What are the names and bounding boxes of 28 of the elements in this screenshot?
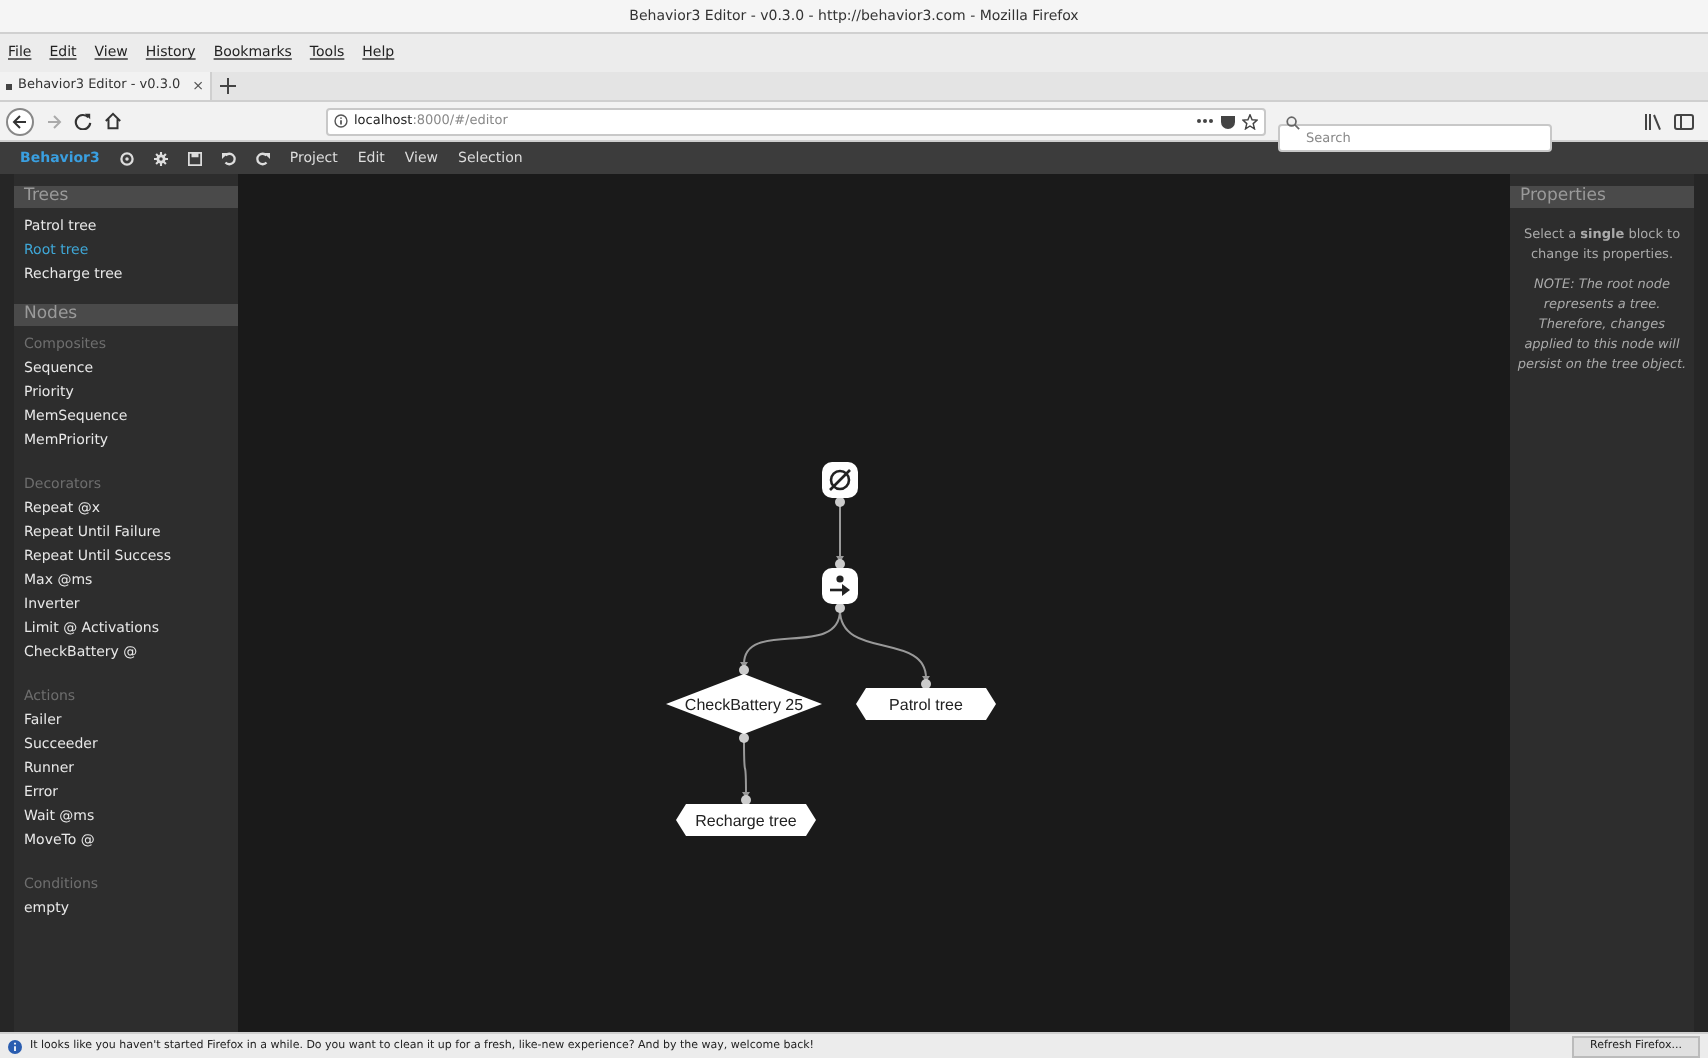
- back-button[interactable]: [6, 107, 34, 135]
- connector-arrow: [836, 503, 844, 562]
- back-arrow-icon: [12, 113, 28, 129]
- sidebar-icon[interactable]: [1674, 113, 1694, 129]
- connector-arrow: [742, 739, 750, 798]
- redo-icon[interactable]: [255, 151, 270, 165]
- home-icon[interactable]: [104, 112, 122, 130]
- connector-arrow: [740, 609, 841, 668]
- undo-icon[interactable]: [221, 151, 236, 165]
- section-header: Properties: [1510, 186, 1694, 208]
- save-icon[interactable]: [187, 151, 202, 165]
- connector-arrow: [839, 609, 930, 682]
- root-node[interactable]: [822, 462, 858, 507]
- star-icon[interactable]: [1242, 113, 1258, 129]
- settings-icon[interactable]: [119, 151, 134, 165]
- section-header: Nodes: [14, 304, 238, 326]
- search-icon: [1286, 115, 1300, 129]
- sequence-node[interactable]: [822, 559, 858, 613]
- library-icon[interactable]: [1644, 113, 1662, 129]
- more-icon[interactable]: [1196, 118, 1214, 124]
- favicon-icon: [6, 83, 12, 89]
- gear-icon[interactable]: [153, 151, 168, 165]
- plus-icon: [220, 78, 237, 94]
- reload-icon[interactable]: [74, 112, 92, 130]
- info-icon: [8, 1039, 22, 1053]
- info-icon: [334, 114, 348, 128]
- shield-icon[interactable]: [1220, 113, 1236, 129]
- section-header: Trees: [14, 186, 238, 208]
